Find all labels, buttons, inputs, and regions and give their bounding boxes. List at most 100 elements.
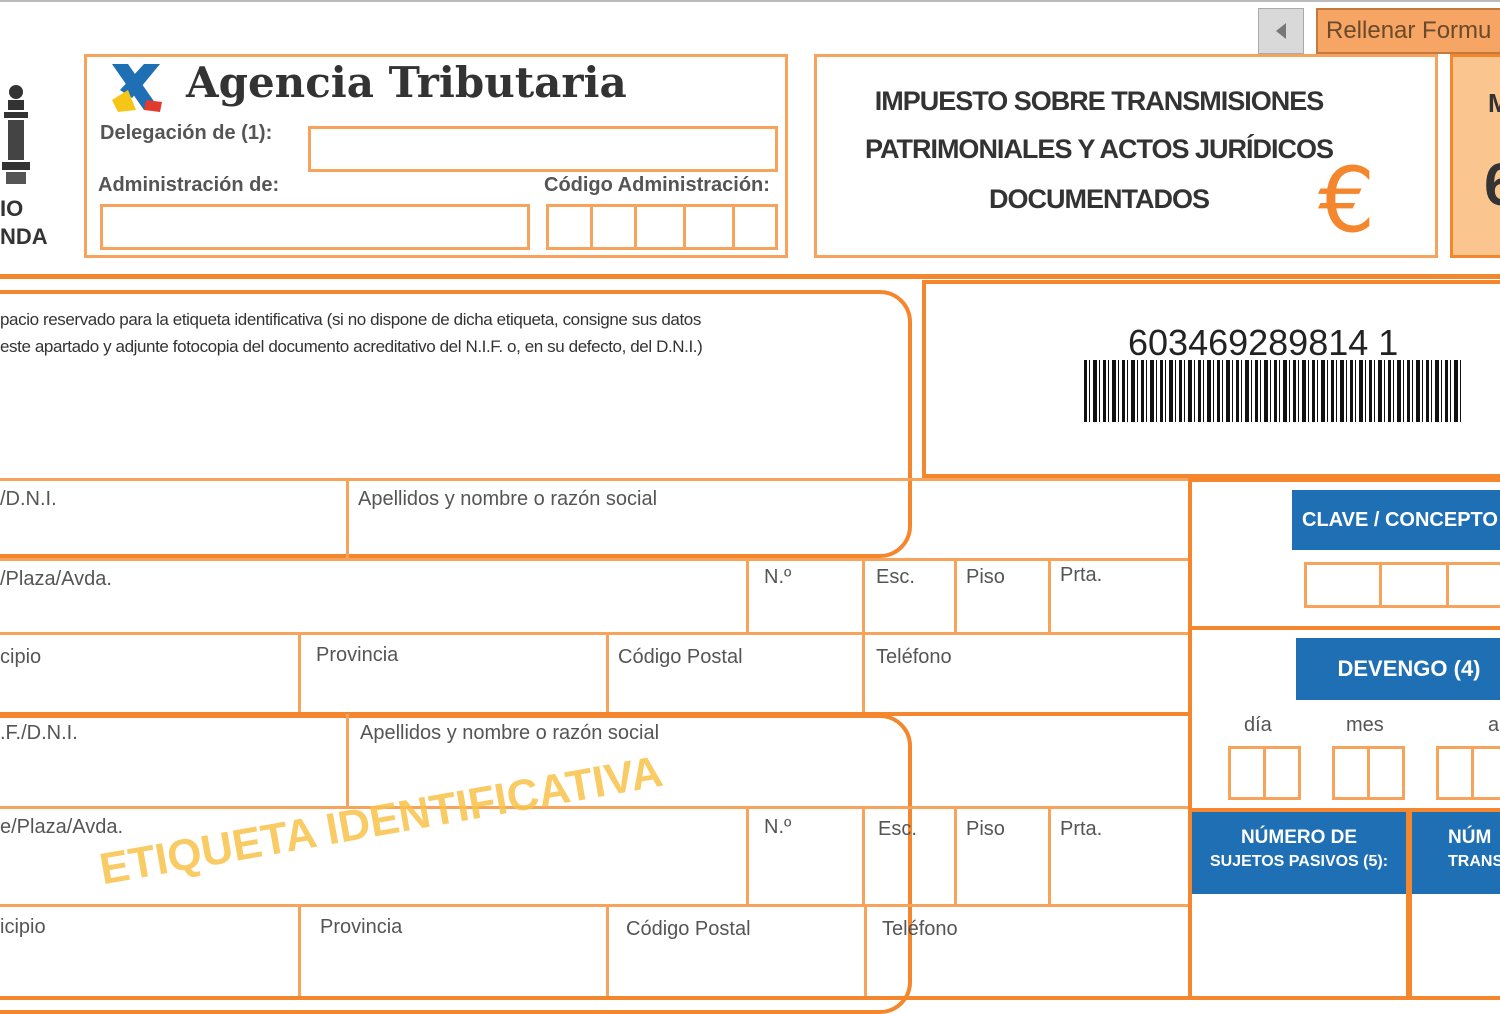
devengo-anio-label: a: [1488, 714, 1500, 736]
barcode-icon: [1084, 360, 1462, 422]
clave-concepto-header: CLAVE / CONCEPTO: [1292, 490, 1500, 550]
agencia-tributaria-logo-icon: [106, 60, 168, 116]
delegacion-label: Delegación de (1):: [100, 122, 273, 144]
section1-divider: [862, 632, 865, 714]
back-button[interactable]: [1258, 8, 1304, 54]
ministry-text-2: NDA: [0, 224, 48, 249]
section1-row2-top: [0, 558, 1190, 561]
section1-divider: [746, 558, 749, 634]
section1-divider: [954, 558, 957, 634]
section2-nif-label: .F./D.N.I.: [0, 722, 78, 744]
devengo-header: DEVENGO (4): [1296, 638, 1500, 700]
devengo-dia-cell[interactable]: [1263, 746, 1301, 800]
section2-numero-label: N.º: [764, 816, 792, 838]
chevron-left-icon: [1276, 23, 1286, 39]
section1-divider: [606, 632, 609, 714]
codigo-admin-digit[interactable]: [590, 204, 637, 250]
administracion-field[interactable]: [100, 204, 530, 250]
section1-numero-label: N.º: [764, 566, 792, 588]
section2-divider: [298, 904, 301, 1000]
right-panel-top: [1188, 478, 1500, 482]
model-letter: M: [1488, 88, 1500, 118]
section2-apellidos-label: Apellidos y nombre o razón social: [360, 722, 660, 744]
codigo-admin-digit[interactable]: [634, 204, 686, 250]
devengo-mes-label: mes: [1346, 714, 1384, 736]
section2-piso-label: Piso: [966, 818, 1005, 840]
fill-form-label: Rellenar Formu: [1326, 17, 1492, 44]
crown-emblem-icon: [0, 80, 34, 190]
num-transmitentes-header: NÚM TRANSM: [1412, 812, 1500, 894]
section2-divider: [864, 904, 867, 1000]
devengo-mes-cell[interactable]: [1332, 746, 1370, 800]
bottom-rule: [0, 996, 1500, 1000]
section2-telefono-label: Teléfono: [882, 918, 958, 940]
clave-cell[interactable]: [1446, 562, 1500, 608]
section1-municipio-label: cipio: [0, 646, 42, 668]
codigo-admin-digit[interactable]: [732, 204, 778, 250]
label-area-text-2: este apartado y adjunte fotocopia del do…: [0, 337, 703, 356]
devengo-dia-cell[interactable]: [1228, 746, 1266, 800]
top-border: [0, 0, 1500, 2]
tax-title-line3: DOCUMENTADOS: [989, 184, 1210, 214]
section1-row3-top: [0, 632, 1190, 635]
codigo-admin-label: Código Administración:: [544, 174, 770, 196]
num-trans-line2: TRANSM: [1448, 853, 1500, 870]
codigo-admin-digit[interactable]: [546, 204, 593, 250]
section1-nif-label: /D.N.I.: [0, 488, 57, 510]
ministry-text-1: IO: [0, 196, 24, 221]
section1-provincia-label: Provincia: [316, 644, 399, 666]
administracion-label: Administración de:: [98, 174, 280, 196]
devengo-dia-label: día: [1244, 714, 1272, 736]
num-trans-line1: NÚM: [1448, 827, 1492, 848]
delegacion-field[interactable]: [308, 126, 778, 172]
barcode-number: 603469289814 1: [1128, 322, 1399, 363]
section1-telefono-label: Teléfono: [876, 646, 952, 668]
num-sujetos-line2: SUJETOS PASIVOS (5):: [1209, 853, 1389, 870]
section2-divider: [954, 806, 957, 906]
devengo-label: DEVENGO (4): [1337, 656, 1481, 681]
section2-row3-top: [0, 904, 1190, 907]
section2-divider: [862, 806, 865, 906]
section1-divider: [346, 478, 349, 560]
devengo-anio-cell[interactable]: [1436, 746, 1474, 800]
section2-prta-label: Prta.: [1060, 818, 1103, 840]
codigo-admin-digit[interactable]: [683, 204, 735, 250]
section2-divider: [606, 904, 609, 1000]
section1-apellidos-label: Apellidos y nombre o razón social: [358, 488, 658, 510]
section1-cp-label: Código Postal: [618, 646, 743, 668]
section1-calle-label: /Plaza/Avda.: [0, 568, 112, 590]
clave-concepto-label: CLAVE / CONCEPTO: [1302, 509, 1498, 531]
section2-esc-label: Esc.: [878, 818, 917, 840]
euro-icon: €: [1318, 148, 1376, 253]
tax-title-line1: IMPUESTO SOBRE TRANSMISIONES: [874, 86, 1325, 116]
clave-cell[interactable]: [1304, 562, 1382, 608]
main-top-rule: [0, 274, 1500, 279]
section2-cp-label: Código Postal: [626, 918, 751, 940]
section1-divider: [1048, 558, 1051, 634]
section1-divider: [298, 632, 301, 714]
num-sujetos-line1: NÚMERO DE: [1240, 827, 1358, 848]
section2-calle-label: e/Plaza/Avda.: [0, 816, 124, 838]
devengo-mes-cell[interactable]: [1367, 746, 1405, 800]
section1-divider: [862, 558, 865, 634]
section2-divider: [346, 714, 349, 808]
clave-cell[interactable]: [1379, 562, 1449, 608]
section1-esc-label: Esc.: [876, 566, 915, 588]
right-panel-border: [1188, 478, 1192, 1000]
model-number: 6: [1484, 150, 1500, 219]
section2-municipio-label: icipio: [0, 916, 46, 938]
section2-provincia-label: Provincia: [320, 916, 403, 938]
section2-row1-top: [0, 712, 1190, 716]
num-sujetos-header: NÚMERO DE SUJETOS PASIVOS (5):: [1192, 812, 1406, 894]
section2-divider: [746, 806, 749, 906]
section1-row1-top: [0, 478, 1190, 481]
agency-name: Agencia Tributaria: [186, 58, 627, 107]
devengo-anio-cell[interactable]: [1471, 746, 1500, 800]
label-area-box: [0, 290, 912, 558]
tax-title-line2: PATRIMONIALES Y ACTOS JURÍDICOS: [864, 134, 1334, 164]
section1-piso-label: Piso: [966, 566, 1005, 588]
label-area-text-1: pacio reservado para la etiqueta identif…: [0, 310, 701, 329]
fill-form-button[interactable]: Rellenar Formu: [1316, 8, 1500, 54]
right-panel-divider: [1190, 626, 1500, 630]
section1-prta-label: Prta.: [1060, 564, 1103, 586]
